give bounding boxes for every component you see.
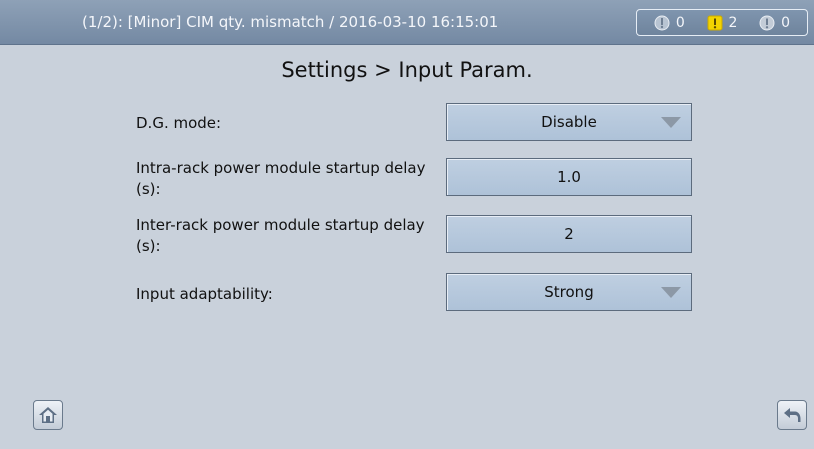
minor-alarm-count: 2 (728, 14, 738, 31)
alarm-message[interactable]: (1/2): [Minor] CIM qty. mismatch / 2016-… (82, 0, 498, 44)
inter-rack-delay-value: 2 (564, 225, 574, 243)
critical-alarm-count: 0 (675, 14, 685, 31)
inter-rack-delay-input[interactable]: 2 (446, 215, 692, 253)
input-adaptability-dropdown[interactable]: Strong (446, 273, 692, 311)
inter-rack-delay-label: Inter-rack power module startup delay (s… (136, 216, 425, 255)
minor-alarm-counter[interactable]: 2 (707, 14, 738, 31)
dg-mode-label: D.G. mode: (136, 114, 222, 132)
back-button[interactable] (777, 400, 807, 430)
minor-alarm-icon (707, 15, 723, 30)
intra-rack-delay-input[interactable]: 1.0 (446, 158, 692, 196)
warning-alarm-counter[interactable]: 0 (759, 15, 790, 31)
chevron-down-icon (661, 117, 681, 128)
page-title: Settings > Input Param. (281, 58, 533, 82)
input-adaptability-value: Strong (544, 283, 594, 301)
critical-alarm-icon (654, 15, 670, 30)
home-button[interactable] (33, 400, 63, 430)
critical-alarm-counter[interactable]: 0 (654, 15, 685, 31)
chevron-down-icon (661, 287, 681, 298)
intra-rack-delay-value: 1.0 (557, 168, 581, 186)
intra-rack-delay-label: Intra-rack power module startup delay (s… (136, 159, 426, 198)
input-adaptability-label: Input adaptability: (136, 285, 273, 303)
dg-mode-value: Disable (541, 113, 597, 131)
alarm-bar[interactable]: (1/2): [Minor] CIM qty. mismatch / 2016-… (0, 0, 814, 45)
warning-alarm-count: 0 (781, 14, 791, 31)
back-arrow-icon (784, 408, 801, 422)
dg-mode-dropdown[interactable]: Disable (446, 103, 692, 141)
alarm-counters[interactable]: 0 2 0 (636, 9, 808, 36)
warning-alarm-icon (759, 15, 775, 30)
home-icon (39, 407, 57, 423)
